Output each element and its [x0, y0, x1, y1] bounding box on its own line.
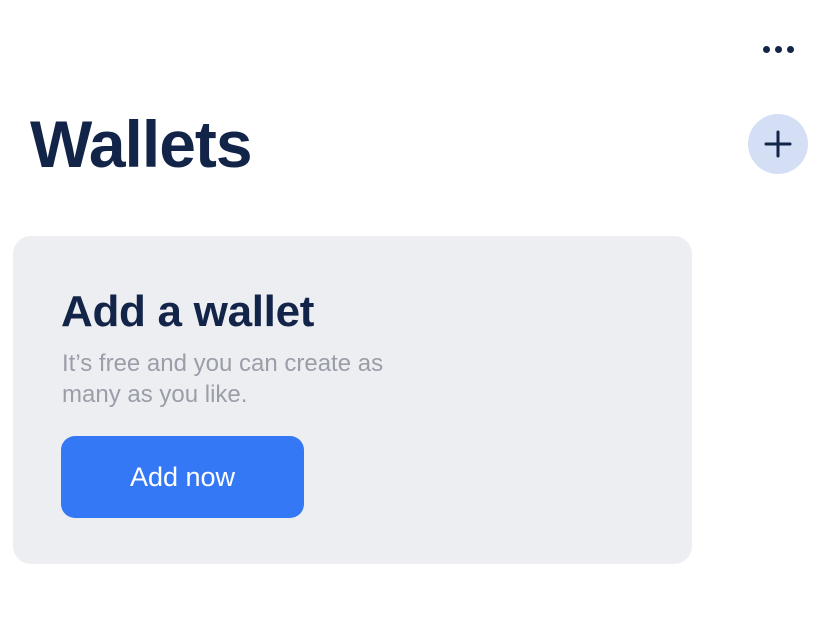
- card-title: Add a wallet: [61, 287, 315, 336]
- more-horizontal-icon: [762, 45, 794, 53]
- card-subtitle: It’s free and you can create as many as …: [62, 350, 384, 408]
- add-wallet-card: Add a wallet It’s free and you can creat…: [13, 236, 692, 564]
- plus-icon: [764, 130, 792, 158]
- add-now-button[interactable]: Add now: [61, 436, 304, 518]
- wallets-screen: Wallets Add a wallet It’s free and you c…: [0, 0, 828, 621]
- add-wallet-button[interactable]: [748, 114, 808, 174]
- more-options-button[interactable]: [752, 32, 804, 66]
- page-title: Wallets: [30, 107, 253, 181]
